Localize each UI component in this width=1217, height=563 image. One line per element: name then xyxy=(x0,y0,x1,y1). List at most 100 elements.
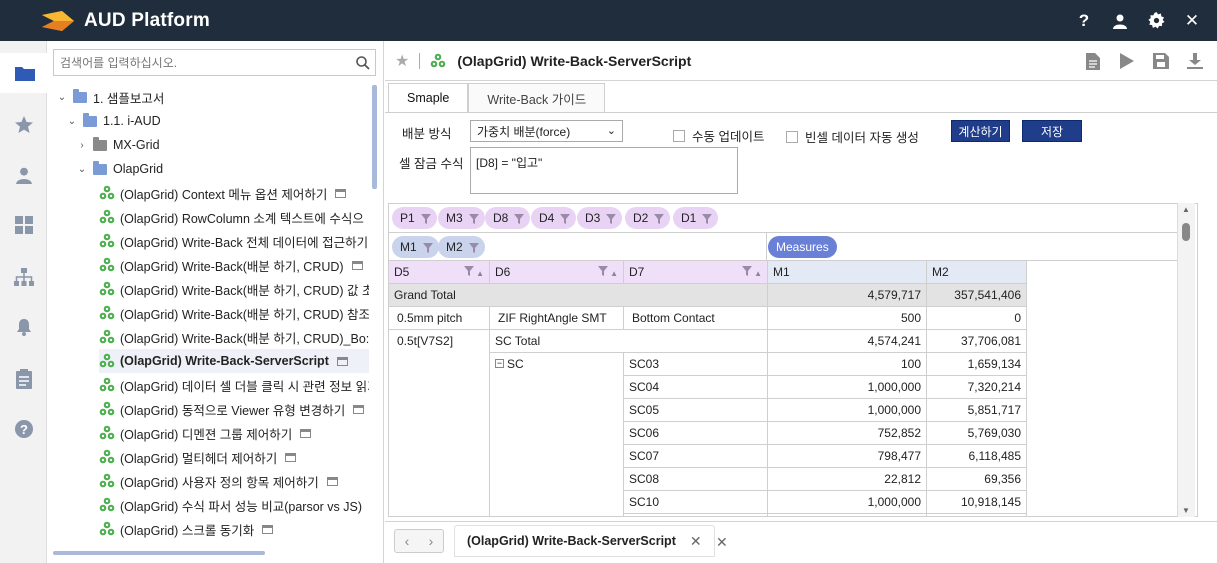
data-cell[interactable]: 798,477 xyxy=(768,445,927,468)
open-window-icon[interactable] xyxy=(353,404,365,414)
grid-vertical-scrollbar[interactable]: ▲ ▼ xyxy=(1177,203,1195,517)
open-window-icon[interactable] xyxy=(326,476,338,486)
tree-report-item[interactable]: (OlapGrid) Context 메뉴 옵션 제어하기 xyxy=(99,181,369,205)
open-window-icon[interactable] xyxy=(336,356,348,366)
tree-folder-item[interactable]: ⌄ 1.1. i-AUD xyxy=(65,109,369,133)
filter-sort-icon[interactable]: ▲ xyxy=(598,265,618,279)
person-icon[interactable] xyxy=(0,155,47,195)
document-icon[interactable] xyxy=(1083,51,1103,71)
open-window-icon[interactable] xyxy=(285,452,297,462)
filter-dim-chip[interactable]: D1 xyxy=(673,207,719,229)
filter-funnel-icon[interactable] xyxy=(514,213,525,224)
open-window-icon[interactable] xyxy=(300,428,312,438)
bell-icon[interactable] xyxy=(0,307,47,347)
tree-report-item[interactable]: (OlapGrid) 멀티헤더 제어하기 xyxy=(99,445,369,469)
collapse-minus-icon[interactable]: − xyxy=(495,359,504,368)
row-measure-chip[interactable]: M1 xyxy=(392,236,439,258)
filter-funnel-icon[interactable] xyxy=(702,213,713,224)
scroll-up-arrow-icon[interactable]: ▲ xyxy=(1182,205,1190,214)
tree-report-item[interactable]: (OlapGrid) 수식 파서 성능 비교(parsor vs JS) xyxy=(99,493,369,517)
filter-dim-chip[interactable]: D8 xyxy=(485,207,531,229)
tab-write-back-guide[interactable]: Write-Back 가이드 xyxy=(468,83,606,113)
data-cell[interactable]: 500 xyxy=(768,307,927,330)
row-measure-chip[interactable]: M2 xyxy=(438,236,485,258)
org-chart-icon[interactable] xyxy=(0,257,47,297)
column-header[interactable]: D7 ▲ xyxy=(624,261,768,284)
auto-blank-checkbox[interactable]: 빈셀 데이터 자동 생성 xyxy=(786,127,919,146)
filter-dim-chip[interactable]: D3 xyxy=(577,207,623,229)
data-cell[interactable]: 10,918,145 xyxy=(927,491,1027,514)
filter-dim-chip[interactable]: D2 xyxy=(625,207,671,229)
tree-report-item[interactable]: (OlapGrid) Write-Back-ServerScript xyxy=(99,349,369,373)
scroll-down-arrow-icon[interactable]: ▼ xyxy=(1182,506,1190,515)
data-cell[interactable]: 4,579,717 xyxy=(768,284,927,307)
filter-funnel-icon[interactable] xyxy=(422,242,433,253)
open-document-tab[interactable]: (OlapGrid) Write-Back-ServerScript ✕ xyxy=(454,525,715,557)
download-icon[interactable] xyxy=(1185,51,1205,71)
checkbox-box[interactable] xyxy=(786,130,798,143)
data-cell[interactable]: 1,000,000 xyxy=(768,491,927,514)
measures-chip[interactable]: Measures xyxy=(768,236,837,258)
data-cell[interactable]: 5,769,030 xyxy=(927,422,1027,445)
clipboard-icon[interactable] xyxy=(0,359,47,399)
grid-scroll-thumb[interactable] xyxy=(1182,223,1190,241)
tree-report-item[interactable]: (OlapGrid) 스크롤 동기화 xyxy=(99,517,369,541)
help-circle-icon[interactable]: ? xyxy=(0,409,47,449)
save-icon[interactable] xyxy=(1151,51,1171,71)
tree-vertical-scrollbar[interactable] xyxy=(372,85,377,189)
filter-sort-icon[interactable]: ▲ xyxy=(464,265,484,279)
tree-folder-item[interactable]: › MX-Grid xyxy=(75,133,369,157)
tab-next-icon[interactable]: › xyxy=(429,533,434,549)
data-cell[interactable]: 100 xyxy=(768,353,927,376)
filter-funnel-icon[interactable] xyxy=(560,213,571,224)
filter-sort-icon[interactable]: ▲ xyxy=(742,265,762,279)
tab-prev-icon[interactable]: ‹ xyxy=(405,533,410,549)
tree-report-item[interactable]: (OlapGrid) Write-Back(배분 하기, CRUD) 참조 xyxy=(99,301,369,325)
close-icon[interactable]: ✕ xyxy=(1183,11,1201,30)
filter-dim-chip[interactable]: P1 xyxy=(392,207,437,229)
calculate-button[interactable]: 계산하기 xyxy=(951,120,1010,142)
data-cell[interactable]: 752,852 xyxy=(768,422,927,445)
search-icon[interactable] xyxy=(351,51,375,75)
tree-report-item[interactable]: (OlapGrid) 데이터 셀 더블 클릭 시 관련 정보 읽기 xyxy=(99,373,369,397)
help-icon[interactable]: ? xyxy=(1075,11,1093,30)
filter-dim-chip[interactable]: M3 xyxy=(438,207,485,229)
filter-dim-chip[interactable]: D4 xyxy=(531,207,577,229)
column-header[interactable]: D6 ▲ xyxy=(490,261,624,284)
expand-chevron-down-icon[interactable]: ⌄ xyxy=(55,92,69,103)
gear-icon[interactable] xyxy=(1147,12,1165,30)
data-cell[interactable]: 37,706,081 xyxy=(927,330,1027,353)
expand-chevron-right-icon[interactable]: › xyxy=(75,140,89,151)
cell-lock-formula-input[interactable]: [D8] = "입고" xyxy=(470,147,738,194)
data-cell[interactable]: 7,320,214 xyxy=(927,376,1027,399)
open-window-icon[interactable] xyxy=(262,524,274,534)
checkbox-box[interactable] xyxy=(673,129,685,142)
column-header[interactable]: M1 xyxy=(768,261,927,284)
data-cell[interactable]: 6,118,485 xyxy=(927,445,1027,468)
data-cell[interactable]: 1,000,000 xyxy=(768,399,927,422)
filter-funnel-icon[interactable] xyxy=(606,213,617,224)
tree-report-item[interactable]: (OlapGrid) RowColumn 소계 텍스트에 수식으 xyxy=(99,205,369,229)
tree-report-item[interactable]: (OlapGrid) Write-Back(배분 하기, CRUD) 값 초 xyxy=(99,277,369,301)
open-window-icon[interactable] xyxy=(351,260,363,270)
close-tab-icon[interactable]: ✕ xyxy=(690,533,702,550)
manual-update-checkbox[interactable]: 수동 업데이트 xyxy=(673,126,764,145)
tree-horizontal-scrollbar[interactable] xyxy=(53,551,265,555)
tree-report-item[interactable]: (OlapGrid) Write-Back(배분 하기, CRUD)_Bo: xyxy=(99,325,369,349)
column-header[interactable]: M2 xyxy=(927,261,1027,284)
favorite-star-icon[interactable]: ★ xyxy=(395,51,409,71)
column-header[interactable]: D5 ▲ xyxy=(389,261,490,284)
play-icon[interactable] xyxy=(1117,51,1137,71)
data-cell[interactable]: 22,812 xyxy=(768,468,927,491)
tab-sample[interactable]: Smaple xyxy=(388,83,469,113)
expand-chevron-down-icon[interactable]: ⌄ xyxy=(65,116,79,127)
filter-funnel-icon[interactable] xyxy=(468,242,479,253)
expand-chevron-down-icon[interactable]: ⌄ xyxy=(75,164,89,175)
data-cell[interactable]: 1,000,000 xyxy=(768,376,927,399)
user-icon[interactable] xyxy=(1111,12,1129,30)
data-cell[interactable]: 4,574,241 xyxy=(768,330,927,353)
filter-funnel-icon[interactable] xyxy=(654,213,665,224)
star-icon[interactable] xyxy=(0,105,47,145)
tree-report-item[interactable]: (OlapGrid) Write-Back 전체 데이터에 접근하기 xyxy=(99,229,369,253)
tree-report-item[interactable]: (OlapGrid) 사용자 정의 항목 제어하기 xyxy=(99,469,369,493)
